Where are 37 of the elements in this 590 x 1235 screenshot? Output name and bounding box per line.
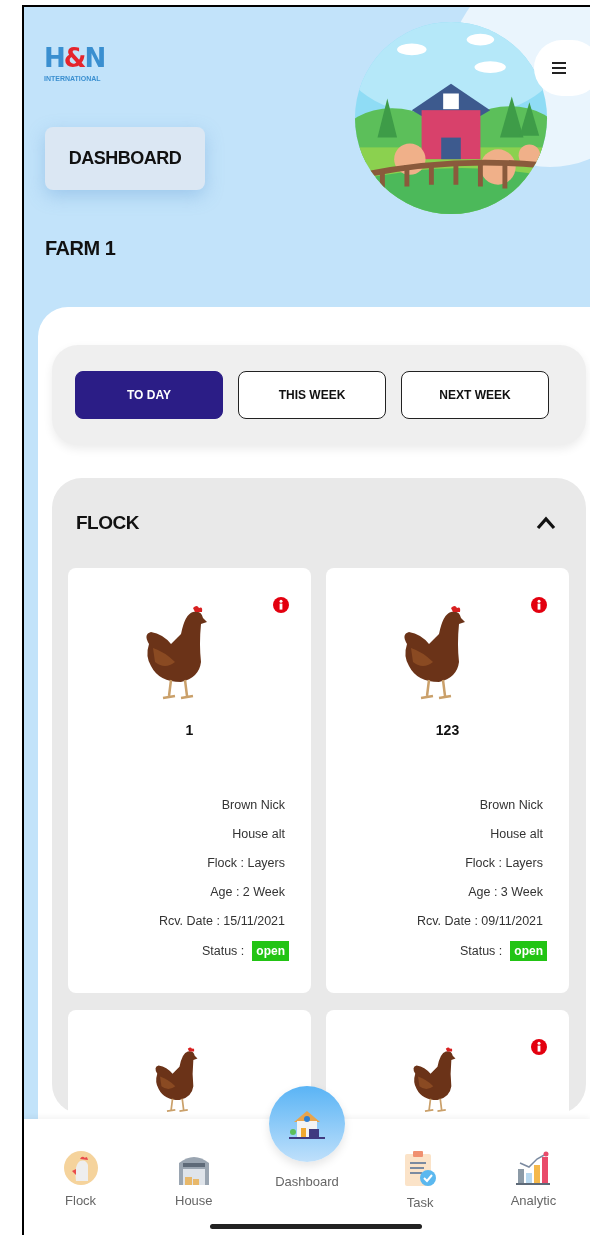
status-label: Status : bbox=[201, 943, 245, 960]
checklist-icon bbox=[403, 1151, 438, 1187]
dashboard-label: DASHBOARD bbox=[45, 127, 205, 190]
chicken-icon bbox=[63, 1151, 98, 1185]
flock-number: 1 bbox=[185, 722, 194, 738]
flock-detail: House alt bbox=[232, 826, 285, 843]
period-tab[interactable]: NEXT WEEK bbox=[401, 371, 549, 419]
flock-detail: House alt bbox=[490, 826, 543, 843]
nav-item[interactable]: Analytic bbox=[476, 1119, 590, 1235]
status-label: Status : bbox=[459, 943, 503, 960]
flock-detail: Flock : Layers bbox=[465, 855, 543, 872]
status-badge: open bbox=[510, 941, 547, 961]
info-alert-icon bbox=[531, 1039, 547, 1055]
flock-card[interactable] bbox=[326, 1010, 569, 1114]
flock-card[interactable]: 123 Brown Nick House alt Flock : Layers Age : 3 Week Rcv. Date : 09/11/2021 Status : open bbox=[326, 568, 569, 993]
nav-item[interactable]: Flock bbox=[24, 1119, 138, 1235]
farm-name: FARM 1 bbox=[45, 237, 116, 260]
info-alert-icon bbox=[273, 597, 289, 613]
section-title: FLOCK bbox=[76, 512, 139, 534]
flock-detail: Rcv. Date : 09/11/2021 bbox=[417, 913, 543, 930]
chevron-up-icon[interactable] bbox=[536, 516, 556, 530]
status-badge: open bbox=[252, 941, 289, 961]
flock-card[interactable]: 1 Brown Nick House alt Flock : Layers Age : 2 Week Rcv. Date : 15/11/2021 Status : open bbox=[68, 568, 311, 993]
info-alert-icon bbox=[531, 597, 547, 613]
menu-icon bbox=[552, 62, 566, 74]
flock-number: 123 bbox=[435, 722, 460, 738]
bar-chart-icon bbox=[515, 1151, 552, 1185]
flock-detail: Flock : Layers bbox=[207, 855, 285, 872]
flock-card[interactable] bbox=[68, 1010, 311, 1114]
flock-detail: Age : 3 Week bbox=[468, 884, 543, 901]
flock-detail: Brown Nick bbox=[479, 797, 543, 814]
farmhouse-icon bbox=[289, 1109, 325, 1139]
flock-detail: Rcv. Date : 15/11/2021 bbox=[159, 913, 285, 930]
flock-detail: Age : 2 Week bbox=[210, 884, 285, 901]
period-tab[interactable]: TO DAY bbox=[75, 371, 223, 419]
period-tab[interactable]: THIS WEEK bbox=[238, 371, 386, 419]
flock-detail: Brown Nick bbox=[221, 797, 285, 814]
